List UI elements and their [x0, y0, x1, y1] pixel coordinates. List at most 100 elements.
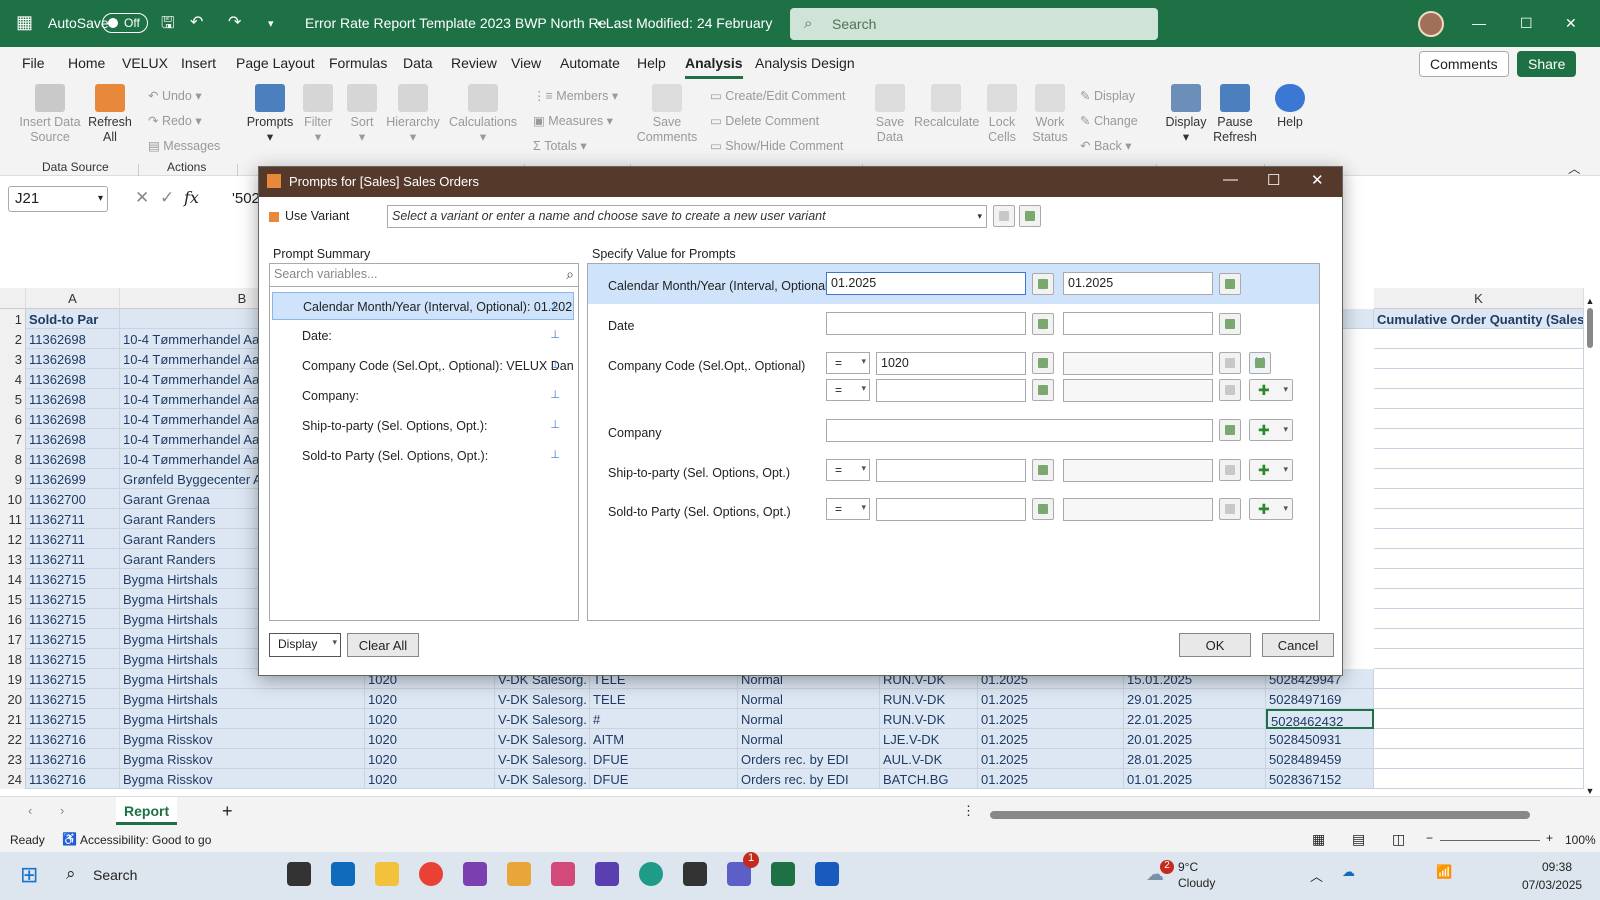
- pin-icon[interactable]: ⊥: [550, 388, 560, 401]
- save-variant-button[interactable]: [993, 205, 1015, 227]
- pin-icon[interactable]: ⊥: [550, 418, 560, 431]
- company-code-to-picker-2[interactable]: [1219, 379, 1241, 401]
- vertical-scrollbar[interactable]: ▲ ▼: [1584, 296, 1596, 796]
- table-cell[interactable]: 11362715: [26, 629, 120, 649]
- save-data-button[interactable]: Save Data: [868, 84, 912, 145]
- cancel-button[interactable]: Cancel: [1262, 633, 1334, 657]
- row-header[interactable]: 23: [0, 749, 26, 769]
- row-header[interactable]: 20: [0, 689, 26, 709]
- network-icon[interactable]: 📶: [1436, 864, 1452, 880]
- date-to-input[interactable]: [1063, 312, 1213, 335]
- row-header[interactable]: 9: [0, 469, 26, 489]
- row-header[interactable]: 6: [0, 409, 26, 429]
- minimize-button[interactable]: —: [1472, 15, 1486, 31]
- comments-button[interactable]: Comments: [1419, 51, 1509, 77]
- document-title[interactable]: Error Rate Report Template 2023 BWP Nort…: [305, 15, 618, 31]
- company-picker[interactable]: [1219, 419, 1241, 441]
- sold-to-picker[interactable]: [1032, 498, 1054, 520]
- table-cell[interactable]: [1374, 549, 1584, 569]
- table-cell[interactable]: 11362698: [26, 389, 120, 409]
- table-cell[interactable]: 01.2025: [978, 749, 1124, 769]
- dialog-minimize-button[interactable]: —: [1223, 171, 1238, 188]
- company-input[interactable]: [826, 419, 1213, 442]
- zoom-out-icon[interactable]: −: [1426, 831, 1433, 845]
- table-cell[interactable]: #: [590, 709, 738, 729]
- scroll-thumb[interactable]: [1587, 308, 1593, 348]
- table-cell[interactable]: 11362716: [26, 729, 120, 749]
- table-cell[interactable]: [1374, 749, 1584, 769]
- calendar-to-input[interactable]: 01.2025: [1063, 272, 1213, 295]
- enter-icon[interactable]: ✓: [160, 188, 174, 208]
- prompts-button[interactable]: Prompts ▾: [244, 84, 296, 145]
- table-cell[interactable]: [1374, 569, 1584, 589]
- tab-insert[interactable]: Insert: [181, 55, 216, 71]
- table-cell[interactable]: [1374, 709, 1584, 729]
- table-cell[interactable]: 1020: [365, 709, 495, 729]
- table-cell[interactable]: 11362699: [26, 469, 120, 489]
- row-header[interactable]: 11: [0, 509, 26, 529]
- manage-variants-button[interactable]: [1019, 205, 1041, 227]
- table-cell[interactable]: 1020: [365, 729, 495, 749]
- table-cell[interactable]: [1374, 349, 1584, 369]
- row-header[interactable]: 8: [0, 449, 26, 469]
- table-cell[interactable]: [1374, 769, 1584, 789]
- change-button[interactable]: ✎ Change: [1080, 113, 1138, 128]
- table-cell[interactable]: [1374, 609, 1584, 629]
- table-cell[interactable]: 11362715: [26, 569, 120, 589]
- row-header[interactable]: 16: [0, 609, 26, 629]
- display-button[interactable]: Display ▾: [1162, 84, 1210, 145]
- company-code-picker[interactable]: [1032, 352, 1054, 374]
- onenote-icon[interactable]: [463, 862, 487, 886]
- table-cell[interactable]: 5028462432: [1266, 709, 1374, 729]
- table-cell[interactable]: Bygma Risskov: [120, 749, 365, 769]
- redo-icon[interactable]: ↷: [228, 12, 241, 32]
- summary-item-company[interactable]: Company: ⊥: [272, 382, 574, 410]
- windows-start-icon[interactable]: ⊞: [20, 862, 38, 888]
- row-header[interactable]: 15: [0, 589, 26, 609]
- snipping-tool-icon[interactable]: [551, 862, 575, 886]
- undo-button[interactable]: ↶ Undo ▾: [148, 88, 202, 103]
- table-cell[interactable]: 11362698: [26, 369, 120, 389]
- redo-button[interactable]: ↷ Redo ▾: [148, 113, 202, 128]
- display-small-button[interactable]: ✎ Display: [1080, 88, 1135, 103]
- outlook-icon[interactable]: [331, 862, 355, 886]
- pin-icon[interactable]: ⊥: [550, 328, 560, 341]
- refresh-all-button[interactable]: Refresh All: [84, 84, 136, 145]
- tab-help[interactable]: Help: [637, 55, 666, 71]
- tab-analysis-design[interactable]: Analysis Design: [755, 55, 855, 71]
- table-cell[interactable]: 11362715: [26, 709, 120, 729]
- table-cell[interactable]: [1374, 649, 1584, 669]
- tab-velux[interactable]: VELUX: [122, 55, 168, 71]
- members-button[interactable]: ⋮≡ Members ▾: [533, 88, 618, 103]
- table-cell[interactable]: 29.01.2025: [1124, 689, 1266, 709]
- table-cell[interactable]: TELE: [590, 689, 738, 709]
- table-cell[interactable]: 11362711: [26, 549, 120, 569]
- pin-icon[interactable]: ⊥: [549, 299, 559, 312]
- table-cell[interactable]: AUL.V-DK: [880, 749, 978, 769]
- table-cell[interactable]: [1374, 329, 1584, 349]
- next-sheet-icon[interactable]: ›: [60, 803, 64, 818]
- zoom-in-icon[interactable]: +: [1546, 831, 1553, 845]
- table-cell[interactable]: [1374, 369, 1584, 389]
- row-header[interactable]: 19: [0, 669, 26, 689]
- clear-all-button[interactable]: Clear All: [347, 633, 419, 657]
- messages-button[interactable]: ▤ Messages: [148, 138, 220, 153]
- row-header[interactable]: 4: [0, 369, 26, 389]
- variant-select[interactable]: Select a variant or enter a name and cho…: [387, 205, 987, 228]
- table-cell[interactable]: [1374, 509, 1584, 529]
- edge-icon[interactable]: [639, 862, 663, 886]
- table-cell[interactable]: [1374, 669, 1584, 689]
- table-cell[interactable]: 11362715: [26, 689, 120, 709]
- tab-data[interactable]: Data: [403, 55, 433, 71]
- row-header[interactable]: 7: [0, 429, 26, 449]
- chrome-icon[interactable]: [419, 862, 443, 886]
- table-cell[interactable]: [1374, 629, 1584, 649]
- table-cell[interactable]: [1374, 449, 1584, 469]
- sold-to-input[interactable]: [876, 498, 1026, 521]
- row-header[interactable]: 18: [0, 649, 26, 669]
- avatar[interactable]: [1418, 11, 1444, 37]
- table-cell[interactable]: 5028367152: [1266, 769, 1374, 789]
- accessibility-icon[interactable]: ♿: [62, 832, 77, 846]
- row-header[interactable]: 14: [0, 569, 26, 589]
- sold-to-to-input[interactable]: [1063, 498, 1213, 521]
